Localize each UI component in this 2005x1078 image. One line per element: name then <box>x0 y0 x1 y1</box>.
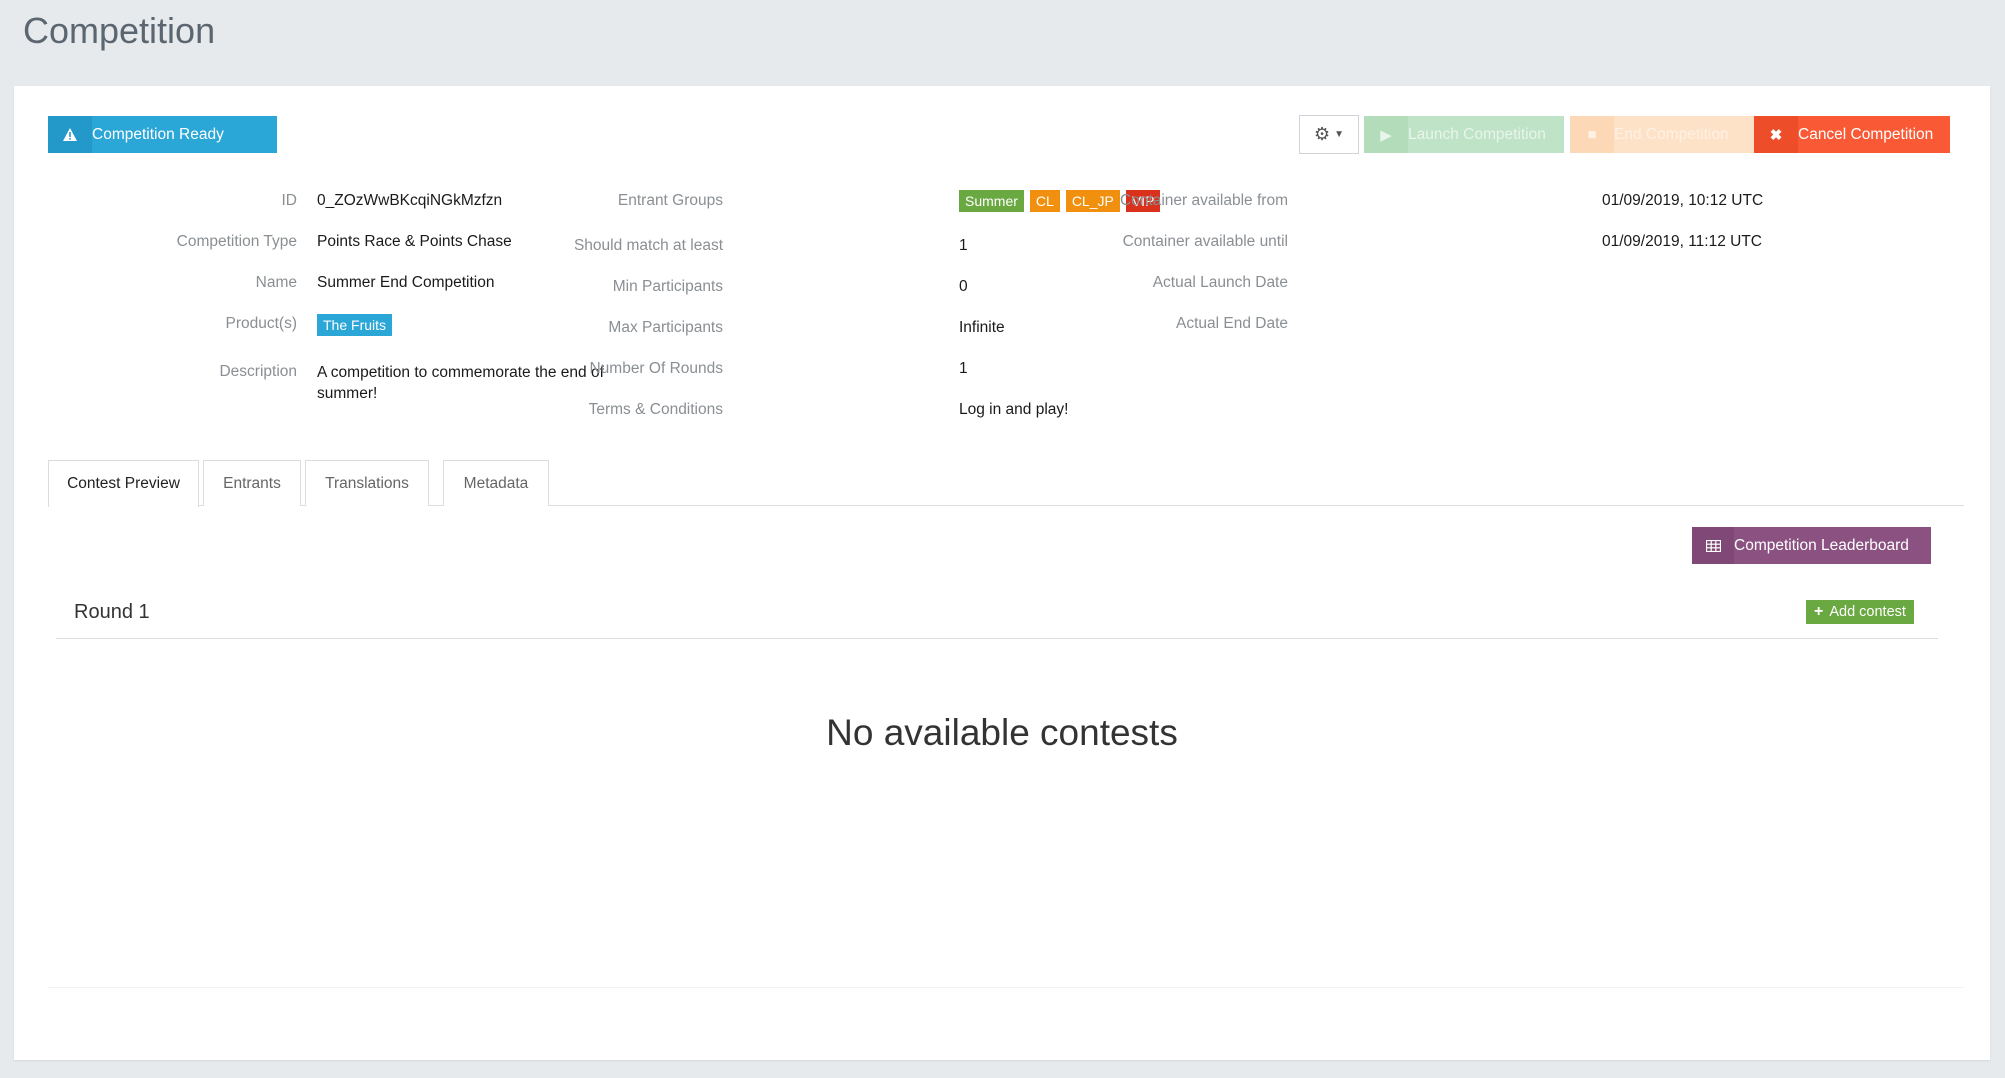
container-until-label: Container available until <box>1122 233 1288 250</box>
max-participants-value: Infinite <box>959 319 1005 336</box>
container-until-value: 01/09/2019, 11:12 UTC <box>1602 233 1762 250</box>
launch-label: Launch Competition <box>1408 125 1546 143</box>
add-contest-label: Add contest <box>1829 604 1906 620</box>
number-of-rounds-label: Number Of Rounds <box>589 360 723 377</box>
product-tag[interactable]: The Fruits <box>317 314 393 336</box>
products-label: Product(s) <box>225 315 298 332</box>
products-tags: The Fruits <box>317 314 398 336</box>
entrant-groups-label: Entrant Groups <box>617 192 723 209</box>
close-icon: ✖ <box>1754 116 1798 153</box>
container-from-label: Container available from <box>1119 192 1288 209</box>
add-contest-button[interactable]: + Add contest <box>1806 600 1914 624</box>
stop-icon: ■ <box>1570 116 1614 153</box>
launch-competition-button[interactable]: ▶ Launch Competition <box>1364 116 1564 153</box>
actual-launch-label: Actual Launch Date <box>1152 274 1288 291</box>
should-match-value: 1 <box>959 237 968 254</box>
end-label: End Competition <box>1614 125 1729 143</box>
number-of-rounds-value: 1 <box>959 360 968 377</box>
plus-icon: + <box>1814 603 1824 620</box>
name-label: Name <box>255 274 297 291</box>
leaderboard-label: Competition Leaderboard <box>1734 536 1909 554</box>
competition-type-value: Points Race & Points Chase <box>317 233 512 250</box>
container-from-value: 01/09/2019, 10:12 UTC <box>1602 192 1764 209</box>
table-icon <box>1692 527 1734 564</box>
tab-entrants[interactable]: Entrants <box>203 460 301 506</box>
play-icon: ▶ <box>1364 116 1408 153</box>
min-participants-value: 0 <box>959 278 968 295</box>
settings-dropdown-button[interactable]: ⚙ ▼ <box>1299 115 1359 154</box>
id-label: ID <box>281 192 298 209</box>
should-match-label: Should match at least <box>573 237 723 254</box>
cancel-competition-button[interactable]: ✖ Cancel Competition <box>1754 116 1950 153</box>
tab-bar: Contest Preview Entrants Translations Me… <box>48 460 1964 507</box>
competition-status-button[interactable]: Competition Ready <box>48 116 277 153</box>
round-title: Round 1 <box>74 601 150 623</box>
competition-type-label: Competition Type <box>176 233 297 250</box>
name-value: Summer End Competition <box>317 274 495 291</box>
competition-leaderboard-button[interactable]: Competition Leaderboard <box>1692 527 1931 564</box>
caret-down-icon: ▼ <box>1334 129 1345 140</box>
gear-icon: ⚙ <box>1313 124 1331 144</box>
actual-end-label: Actual End Date <box>1175 315 1288 332</box>
entrant-group-tag[interactable]: Summer <box>959 190 1024 212</box>
tab-contest-preview[interactable]: Contest Preview <box>48 460 199 507</box>
empty-state-message: No available contests <box>826 712 1178 753</box>
max-participants-label: Max Participants <box>608 319 723 336</box>
warning-icon <box>48 116 92 153</box>
round-divider <box>56 638 1938 639</box>
end-competition-button[interactable]: ■ End Competition <box>1570 116 1762 153</box>
cancel-label: Cancel Competition <box>1798 125 1934 143</box>
tab-metadata[interactable]: Metadata <box>443 460 549 506</box>
min-participants-label: Min Participants <box>612 278 723 295</box>
status-label: Competition Ready <box>92 125 224 143</box>
entrant-group-tag[interactable]: CL_JP <box>1065 190 1120 212</box>
competition-panel: Competition Ready ⚙ ▼ ▶ Launch Competiti… <box>14 86 1990 1060</box>
tab-translations[interactable]: Translations <box>305 460 429 506</box>
page-title: Competition <box>23 10 216 51</box>
id-value: 0_ZOzWwBKcqiNGkMzfzn <box>317 192 503 209</box>
entrant-group-tag[interactable]: CL <box>1029 190 1060 212</box>
section-divider <box>48 987 1964 988</box>
terms-value: Log in and play! <box>959 401 1069 418</box>
description-label: Description <box>219 363 297 380</box>
terms-label: Terms & Conditions <box>588 401 723 418</box>
